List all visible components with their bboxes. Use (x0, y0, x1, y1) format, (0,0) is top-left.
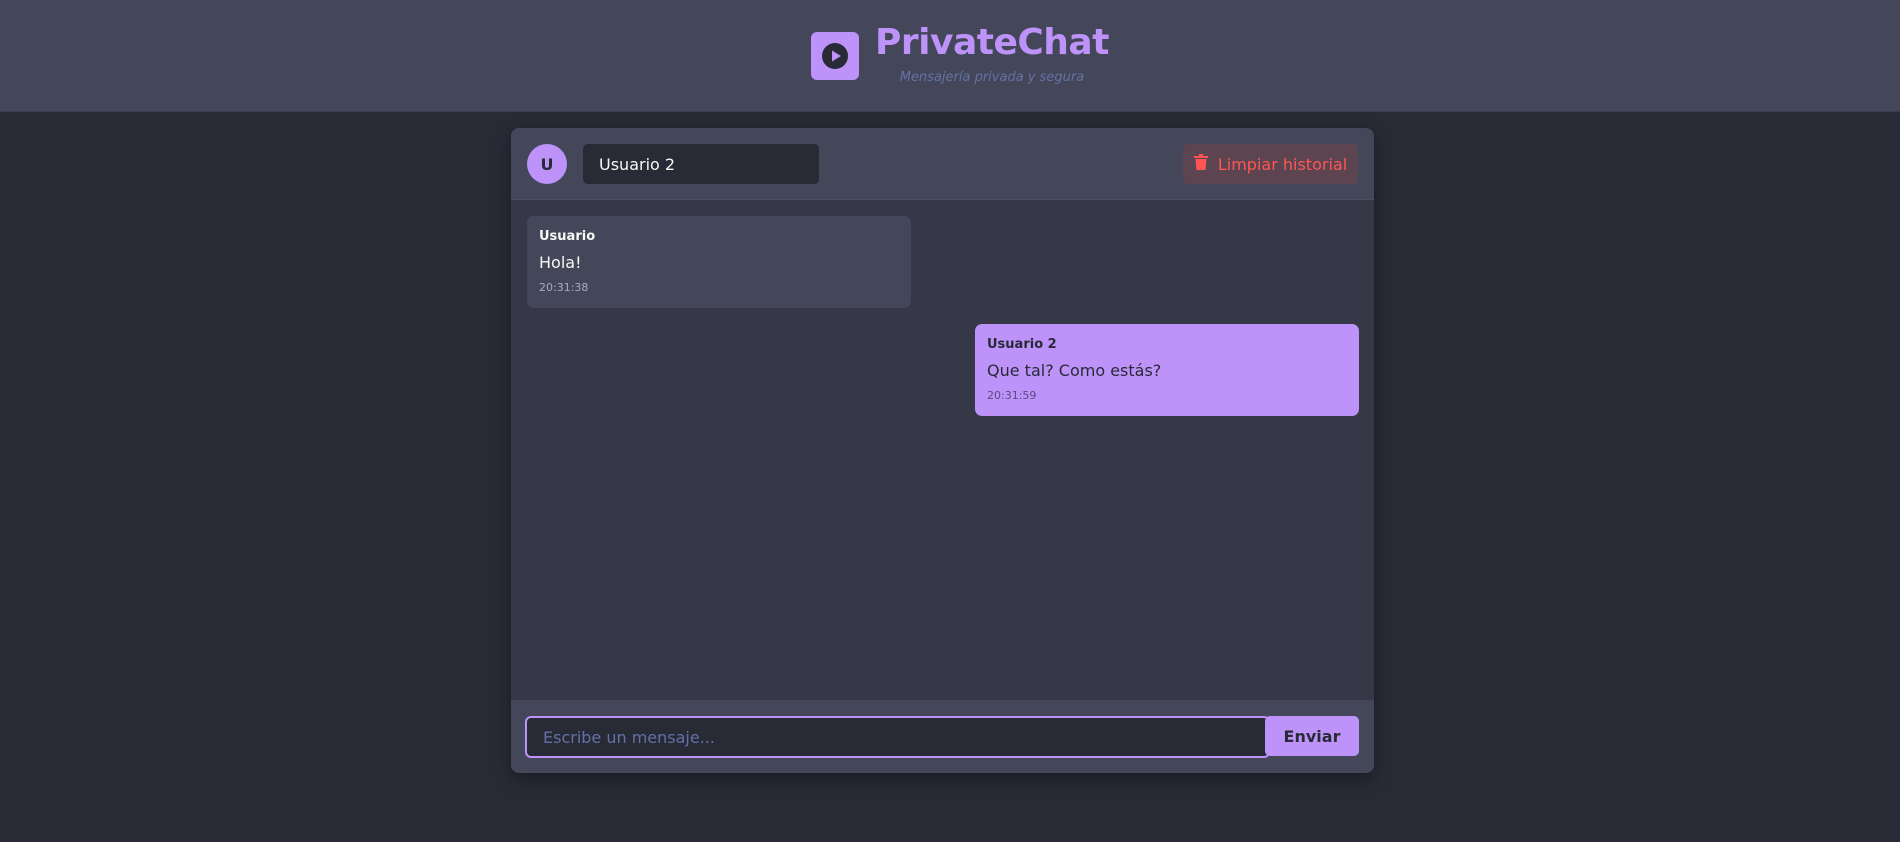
trash-icon (1193, 154, 1208, 174)
chat-panel: U Limpiar historial Usuario Hola! 20:31:… (511, 128, 1374, 773)
message-composer: Enviar (511, 700, 1374, 773)
username-input[interactable] (583, 144, 819, 184)
message-text: Hola! (539, 253, 582, 272)
message-list[interactable]: Usuario Hola! 20:31:38 Usuario 2 Que tal… (511, 200, 1374, 700)
message-received: Usuario Hola! 20:31:38 (527, 216, 911, 308)
message-sender: Usuario (539, 229, 596, 244)
app-subtitle: Mensajería privada y segura (899, 70, 1085, 85)
brand: PrivateChat Mensajería privada y segura (811, 22, 1109, 92)
message-text: Que tal? Como estás? (987, 361, 1162, 380)
message-sent: Usuario 2 Que tal? Como estás? 20:31:59 (975, 324, 1359, 416)
message-sender: Usuario 2 (987, 337, 1057, 352)
avatar: U (527, 144, 567, 184)
message-time: 20:31:59 (987, 389, 1037, 402)
clear-history-button[interactable]: Limpiar historial (1183, 144, 1358, 184)
message-input[interactable] (525, 716, 1270, 758)
play-circle-icon (811, 32, 859, 80)
chat-header: U Limpiar historial (511, 128, 1374, 200)
app-header: PrivateChat Mensajería privada y segura (0, 0, 1900, 112)
clear-history-label: Limpiar historial (1217, 154, 1348, 174)
message-time: 20:31:38 (539, 281, 589, 294)
app-title: PrivateChat (875, 22, 1109, 63)
send-button[interactable]: Enviar (1265, 716, 1359, 756)
